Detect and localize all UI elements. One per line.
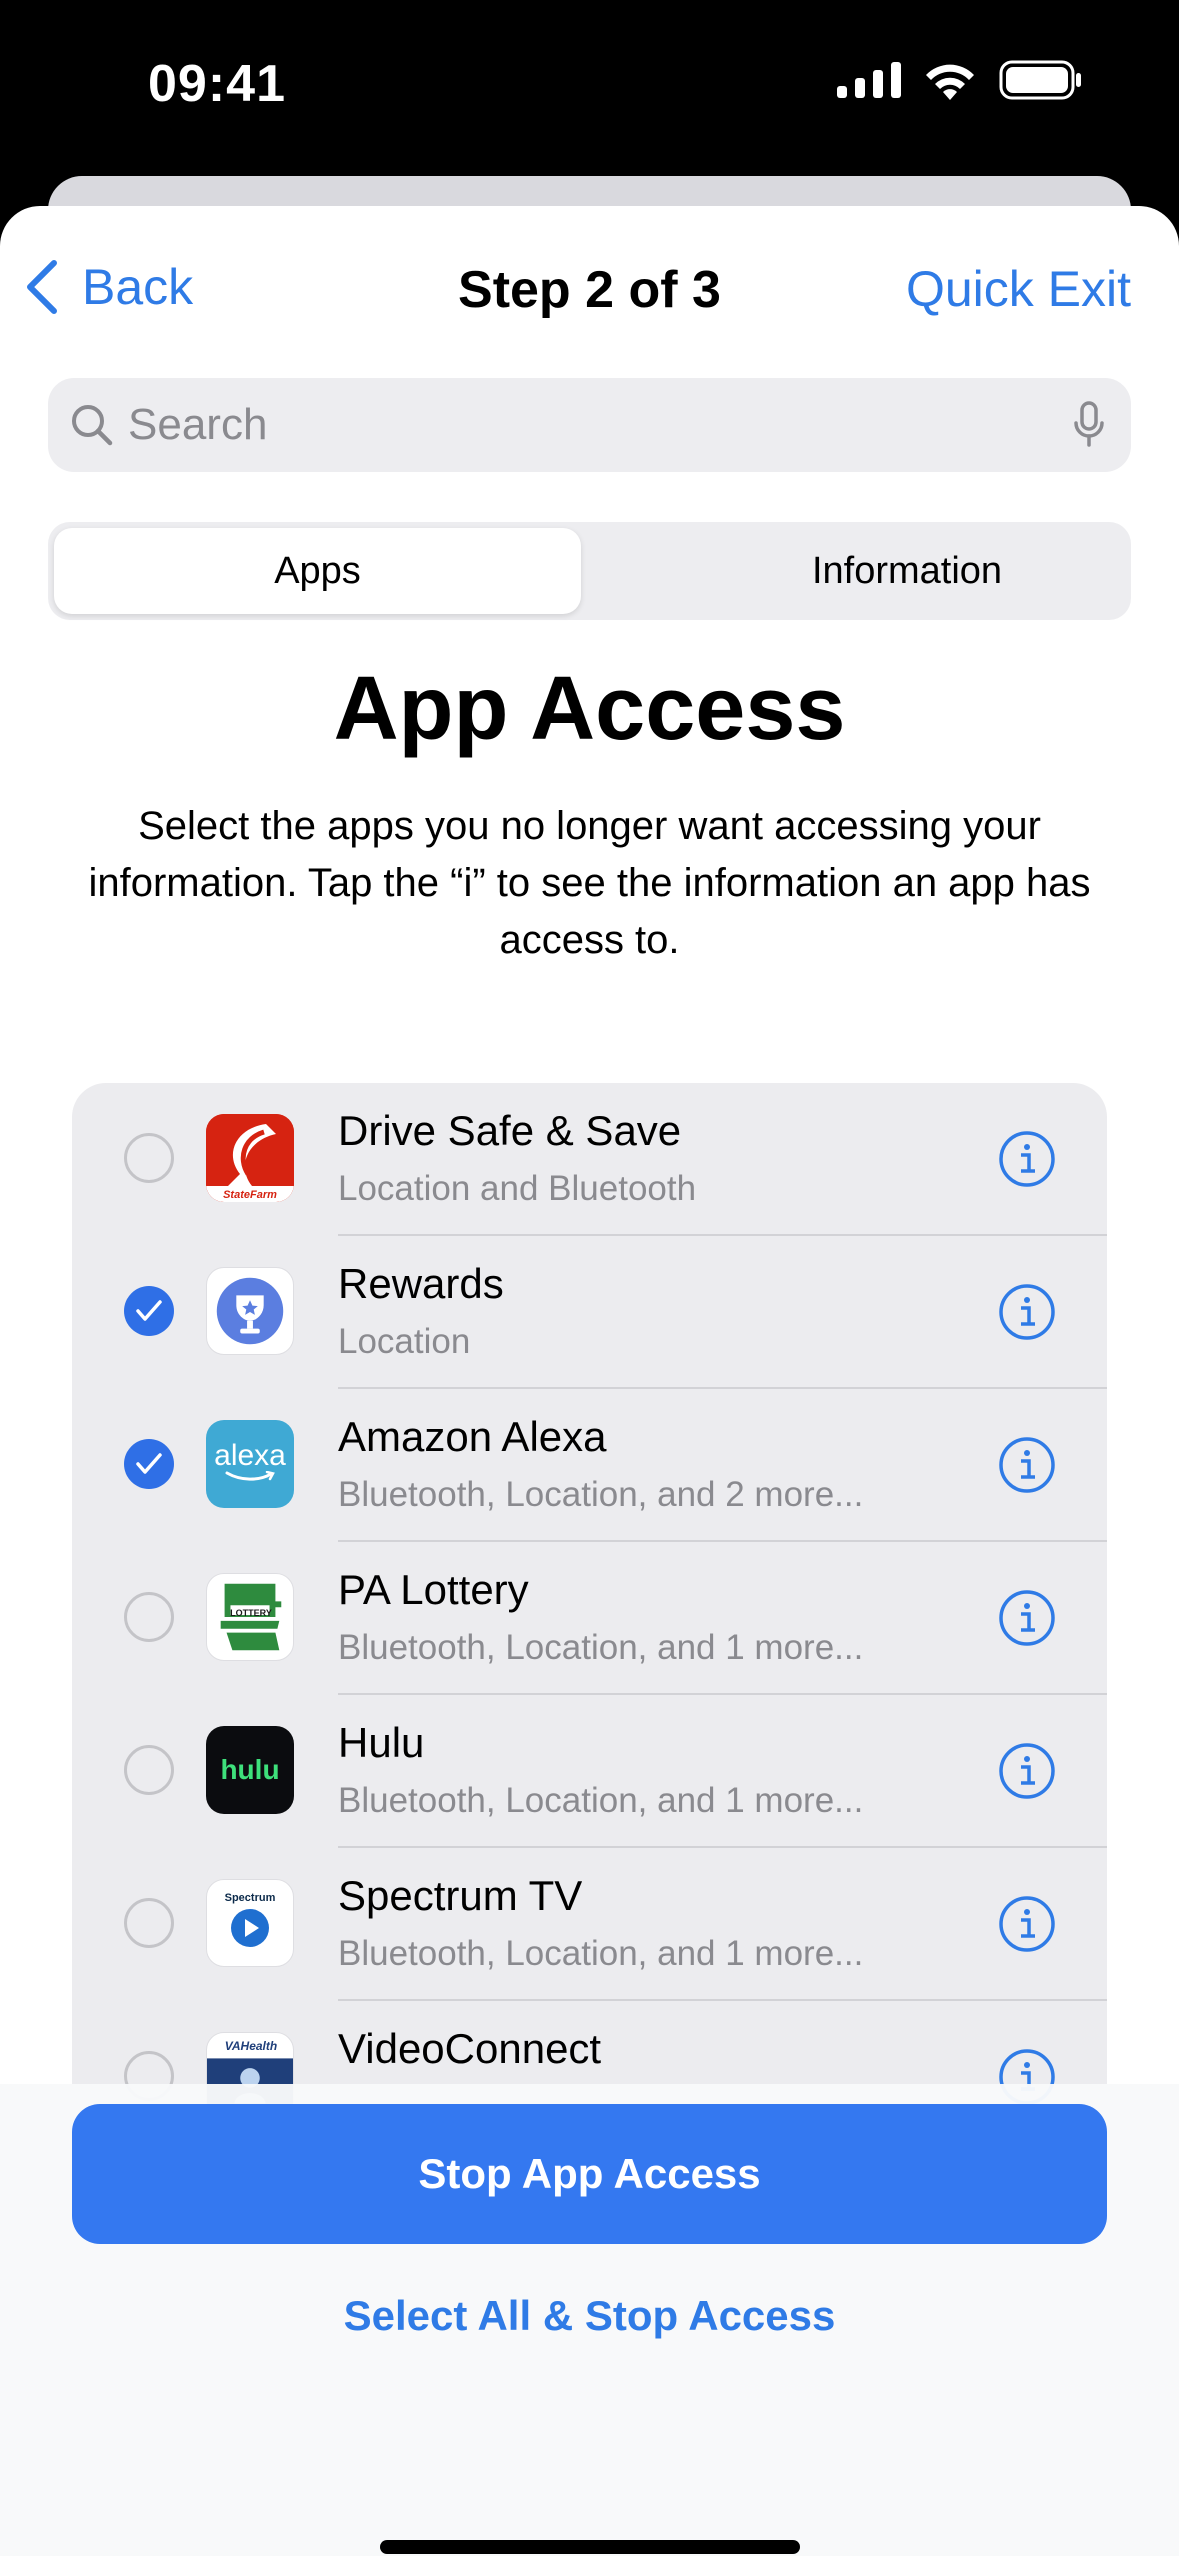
app-row-spectrum-tv[interactable]: Spectrum Spectrum TV Bluetooth, Location… <box>72 1848 1107 2001</box>
select-all-stop-access-button[interactable]: Select All & Stop Access <box>0 2292 1179 2340</box>
app-name: Spectrum TV <box>338 1872 583 1919</box>
app-name: VideoConnect <box>338 2025 602 2072</box>
select-checkbox[interactable] <box>124 1286 174 1336</box>
checkmark-icon <box>136 1453 162 1474</box>
alexa-icon: alexa <box>206 1420 294 1508</box>
spectrum-icon: Spectrum <box>206 1879 294 1967</box>
info-icon[interactable] <box>998 1283 1056 1341</box>
select-checkbox[interactable] <box>124 1898 174 1948</box>
select-checkbox[interactable] <box>124 1592 174 1642</box>
microphone-icon[interactable] <box>1073 401 1105 449</box>
state-farm-icon: StateFarm <box>206 1114 294 1202</box>
quick-exit-button[interactable]: Quick Exit <box>906 260 1131 318</box>
bottom-action-panel: Stop App Access Select All & Stop Access <box>0 2084 1179 2556</box>
search-field[interactable]: Search <box>48 378 1131 472</box>
app-name: PA Lottery <box>338 1566 529 1613</box>
status-bar: 09:41 <box>0 0 1179 175</box>
status-icons <box>837 60 1083 100</box>
tab-information[interactable]: Information <box>639 528 1175 614</box>
app-row-rewards[interactable]: Rewards Location <box>72 1236 1107 1389</box>
play-icon <box>231 1909 269 1947</box>
checkmark-icon <box>136 1300 162 1321</box>
hulu-logo-text: hulu <box>220 1754 280 1785</box>
navigation-bar: Back Step 2 of 3 Quick Exit <box>0 206 1179 376</box>
wifi-icon <box>926 64 974 100</box>
rewards-trophy-icon <box>206 1267 294 1355</box>
app-access-summary: Location and Bluetooth <box>338 1169 697 1208</box>
app-name: Rewards <box>338 1260 504 1307</box>
spectrum-logo-text: Spectrum <box>224 1892 276 1904</box>
select-checkbox[interactable] <box>124 1745 174 1795</box>
app-row-pa-lottery[interactable]: LOTTERY PA Lottery Bluetooth, Location, … <box>72 1542 1107 1695</box>
app-row-amazon-alexa[interactable]: alexa Amazon Alexa Bluetooth, Location, … <box>72 1389 1107 1542</box>
search-icon <box>72 405 113 446</box>
home-indicator <box>380 2540 800 2554</box>
app-access-summary: Bluetooth, Location, and 1 more... <box>338 1934 864 1973</box>
app-name: Amazon Alexa <box>338 1413 607 1460</box>
app-access-summary: Bluetooth, Location, and 2 more... <box>338 1475 864 1514</box>
app-row-hulu[interactable]: hulu Hulu Bluetooth, Location, and 1 mor… <box>72 1695 1107 1848</box>
battery-icon <box>999 60 1081 100</box>
status-time: 09:41 <box>148 55 286 113</box>
search-placeholder: Search <box>128 400 268 449</box>
info-icon[interactable] <box>998 1130 1056 1188</box>
info-icon[interactable] <box>998 1895 1056 1953</box>
hulu-icon: hulu <box>206 1726 294 1814</box>
info-icon[interactable] <box>998 1436 1056 1494</box>
page-title: App Access <box>333 659 846 759</box>
alexa-logo-text: alexa <box>214 1439 286 1472</box>
app-name: Drive Safe & Save <box>338 1107 682 1154</box>
segmented-control: Apps Information <box>48 522 1131 620</box>
app-row-drive-safe-save[interactable]: StateFarm Drive Safe & Save Location and… <box>72 1083 1107 1236</box>
select-checkbox[interactable] <box>124 1439 174 1489</box>
stop-app-access-button[interactable]: Stop App Access <box>72 2104 1107 2244</box>
page-description: Select the apps you no longer want acces… <box>88 804 1091 962</box>
app-access-sheet: Back Step 2 of 3 Quick Exit Search Apps … <box>0 206 1179 2556</box>
app-access-summary: Location <box>338 1322 471 1361</box>
tab-apps[interactable]: Apps <box>54 528 581 614</box>
app-name: Hulu <box>338 1719 425 1766</box>
va-health-logo-text: VAHealth <box>224 2039 278 2053</box>
select-checkbox[interactable] <box>124 1133 174 1183</box>
amazon-smile-icon <box>225 1471 275 1481</box>
app-access-summary: Bluetooth, Location, and 1 more... <box>338 1781 864 1820</box>
state-farm-logo-text: StateFarm <box>223 1189 277 1201</box>
pa-lottery-icon: LOTTERY <box>206 1573 294 1661</box>
pa-lottery-logo-text: LOTTERY <box>230 1608 272 1618</box>
info-icon[interactable] <box>998 1742 1056 1800</box>
info-icon[interactable] <box>998 1589 1056 1647</box>
cellular-signal-icon <box>837 62 901 98</box>
app-access-summary: Bluetooth, Location, and 1 more... <box>338 1628 864 1667</box>
